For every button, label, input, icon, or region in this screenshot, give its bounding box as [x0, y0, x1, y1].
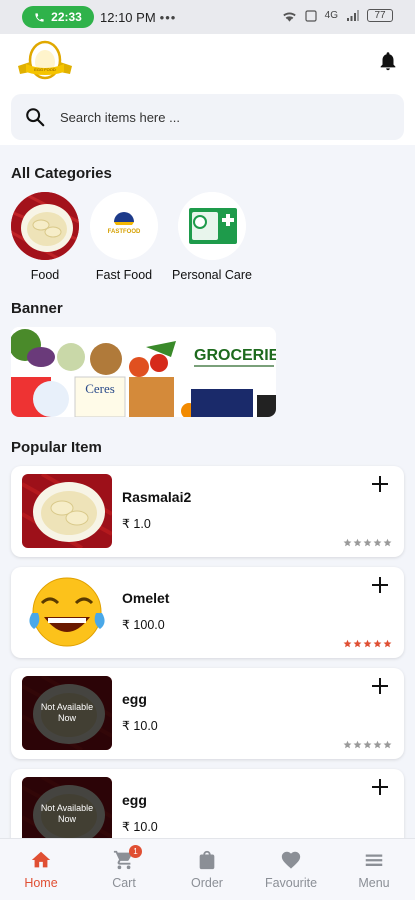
- app-header: EGG FOOD: [0, 34, 415, 90]
- app-logo: EGG FOOD: [18, 40, 72, 80]
- category-food[interactable]: Food: [5, 192, 85, 282]
- nav-cart[interactable]: 1 Cart: [84, 845, 164, 890]
- star-icon: [363, 740, 372, 749]
- item-image: [22, 474, 112, 548]
- star-icon: [373, 538, 382, 547]
- star-icon: [343, 740, 352, 749]
- item-price: ₹ 100.0: [122, 618, 165, 632]
- star-icon: [363, 538, 372, 547]
- home-icon: [31, 851, 51, 868]
- star-icon: [353, 740, 362, 749]
- item-price: ₹ 10.0: [122, 820, 158, 834]
- star-icon: [353, 538, 362, 547]
- cart-count-badge: 1: [129, 845, 142, 858]
- item-card[interactable]: Omelet ₹ 100.0: [11, 567, 404, 658]
- hamburger-menu-icon: [365, 854, 383, 866]
- add-to-cart-icon[interactable]: [370, 474, 390, 494]
- category-label: Fast Food: [95, 268, 153, 282]
- status-bar: 22:33 12:10 PM ••• 4G 77: [0, 0, 415, 34]
- star-icon: [373, 639, 382, 648]
- item-price: ₹ 1.0: [122, 517, 151, 531]
- ongoing-call-pill[interactable]: 22:33: [22, 6, 94, 28]
- shopping-bag-icon: [199, 850, 215, 870]
- wifi-icon: [282, 11, 296, 22]
- not-available-overlay: Not Available Now: [40, 702, 94, 723]
- star-icon: [383, 740, 392, 749]
- categories-heading: All Categories: [11, 165, 112, 182]
- item-name: egg: [122, 691, 147, 707]
- item-name: Omelet: [122, 590, 170, 606]
- phone-icon: [35, 12, 44, 22]
- signal-icon: [347, 9, 359, 21]
- star-icon: [383, 538, 392, 547]
- banner-heading: Banner: [11, 300, 63, 317]
- svg-text:FASTFOOD: FASTFOOD: [108, 229, 141, 235]
- rating-stars: [343, 740, 392, 749]
- nav-label: Favourite: [264, 876, 318, 890]
- nav-label: Cart: [112, 876, 136, 890]
- nav-favourite[interactable]: Favourite: [251, 849, 331, 890]
- heart-icon: [281, 851, 301, 869]
- category-personal-care-image: [178, 192, 246, 260]
- notification-bell-icon[interactable]: [377, 50, 399, 72]
- item-name: Rasmalai2: [122, 489, 192, 505]
- item-image: [22, 575, 112, 649]
- call-time: 22:33: [51, 10, 82, 24]
- battery-icon: 77: [367, 9, 393, 22]
- nav-label: Order: [191, 876, 223, 890]
- search-bar[interactable]: [11, 94, 404, 140]
- item-price: ₹ 10.0: [122, 719, 158, 733]
- rating-stars: [343, 639, 392, 648]
- category-label: Food: [30, 268, 60, 282]
- star-icon: [383, 639, 392, 648]
- banner-brand: Ceres: [85, 381, 115, 396]
- network-type: 4G: [324, 10, 338, 21]
- category-label: Personal Care: [172, 268, 252, 282]
- search-input[interactable]: [60, 109, 360, 125]
- add-to-cart-icon[interactable]: [370, 777, 390, 797]
- add-to-cart-icon[interactable]: [370, 575, 390, 595]
- category-personal-care[interactable]: Personal Care: [172, 192, 252, 282]
- category-fast-food-image: FASTFOOD: [90, 192, 158, 260]
- nav-menu[interactable]: Menu: [334, 849, 414, 890]
- star-icon: [373, 740, 382, 749]
- search-section: [0, 90, 415, 145]
- item-image: Not Available Now: [22, 676, 112, 750]
- sim-icon: [305, 9, 317, 22]
- banner-headline: GROCERIE: [194, 347, 276, 364]
- star-icon: [343, 538, 352, 547]
- banner-image: Ceres GROCERIE: [11, 327, 276, 417]
- rating-stars: [343, 538, 392, 547]
- svg-text:EGG FOOD: EGG FOOD: [34, 67, 56, 72]
- star-icon: [353, 639, 362, 648]
- bottom-navigation: Home 1 Cart Order Favourite Menu: [0, 838, 415, 900]
- search-icon: [26, 108, 45, 127]
- star-icon: [343, 639, 352, 648]
- clock: 12:10 PM: [100, 9, 156, 25]
- battery-level: 77: [374, 10, 386, 21]
- nav-label: Menu: [358, 876, 390, 890]
- nav-order[interactable]: Order: [167, 849, 247, 890]
- nav-home[interactable]: Home: [1, 849, 81, 890]
- item-name: egg: [122, 792, 147, 808]
- popular-heading: Popular Item: [11, 439, 102, 456]
- more-notifications-indicator: •••: [159, 9, 177, 25]
- nav-label: Home: [24, 876, 58, 890]
- promo-banner[interactable]: Ceres GROCERIE: [11, 327, 276, 417]
- star-icon: [363, 639, 372, 648]
- category-fast-food[interactable]: FASTFOOD Fast Food: [84, 192, 164, 282]
- category-food-image: [11, 192, 79, 260]
- item-card[interactable]: Rasmalai2 ₹ 1.0: [11, 466, 404, 557]
- add-to-cart-icon[interactable]: [370, 676, 390, 696]
- item-card[interactable]: Not Available Now egg ₹ 10.0: [11, 668, 404, 759]
